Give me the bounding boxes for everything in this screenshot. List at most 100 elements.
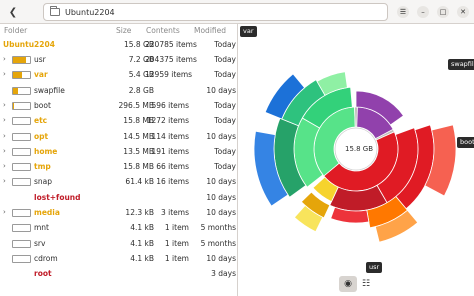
list-row-snap[interactable]: › snap 61.4 kB 16 items 10 days <box>0 174 237 189</box>
tooltip-boot: boot <box>457 137 474 148</box>
row-contents: 114 items <box>151 131 189 141</box>
row-name: swapfile <box>34 85 65 95</box>
row-name: opt <box>34 131 49 141</box>
usage-bar <box>12 132 31 141</box>
row-modified: Today <box>214 55 236 64</box>
go-back-icon[interactable]: ❮ <box>6 3 20 21</box>
row-name: media <box>34 208 60 217</box>
tooltip-swapfile: swapfile <box>448 59 474 70</box>
file-list: Folder Size Contents Modified Ubuntu2204… <box>0 24 238 296</box>
expander-icon[interactable]: › <box>3 205 9 220</box>
expander-icon <box>3 220 9 235</box>
list-row-root[interactable]: root 3 days <box>0 266 237 281</box>
row-modified: 10 days <box>206 85 236 95</box>
row-contents: 1 item <box>164 223 189 233</box>
row-name: root <box>34 269 52 279</box>
ring-segment-other[interactable] <box>354 106 358 128</box>
usage-bar <box>12 147 31 156</box>
folder-icon <box>50 6 60 16</box>
expander-icon[interactable]: › <box>3 129 9 144</box>
tooltip-usr: usr <box>366 262 383 273</box>
expander-icon[interactable]: › <box>3 144 9 159</box>
row-modified: Today <box>214 100 236 110</box>
chart-view-icon[interactable]: ◉ <box>339 276 357 292</box>
row-contents <box>145 83 189 98</box>
usage-bar <box>12 163 31 172</box>
expander-icon <box>3 266 9 281</box>
row-contents: 1 item <box>164 238 189 248</box>
row-modified: Today <box>214 162 236 172</box>
usage-bar <box>12 101 31 110</box>
go-forward-icon[interactable] <box>22 3 36 21</box>
list-row-swapfile[interactable]: swapfile 2.8 GB 10 days <box>0 83 237 98</box>
row-name: home <box>34 146 58 156</box>
center-size-label: 15.8 GB <box>345 145 374 153</box>
close-icon[interactable]: ✕ <box>457 6 469 18</box>
list-row-srv[interactable]: srv 4.1 kB 1 item 5 months <box>0 236 237 251</box>
usage-bar-fill <box>13 72 23 79</box>
usage-bar <box>12 239 31 248</box>
list-row-home[interactable]: › home 13.5 MB 191 items Today <box>0 144 237 159</box>
list-row-etc[interactable]: › etc 15.8 MB 1272 items Today <box>0 113 237 128</box>
root-row[interactable]: Ubuntu2204 15.8 GB 220785 items Today <box>0 37 237 52</box>
expander-icon[interactable]: › <box>3 113 9 128</box>
usage-bar <box>12 117 31 126</box>
usage-bar <box>12 71 31 80</box>
column-header-contents[interactable]: Contents <box>146 24 180 37</box>
row-contents: 66 items <box>156 162 189 172</box>
usage-bar <box>12 56 31 64</box>
row-modified: 10 days <box>206 192 236 202</box>
row-name: tmp <box>34 162 51 172</box>
expander-icon <box>3 251 9 266</box>
list-view-icon[interactable]: ☷ <box>357 276 375 292</box>
row-name: var <box>34 70 48 80</box>
row-modified: 3 days <box>211 269 236 279</box>
minimize-icon[interactable]: – <box>417 6 429 18</box>
column-header-size[interactable]: Size <box>116 24 131 37</box>
expander-icon[interactable]: › <box>3 174 9 189</box>
row-contents <box>145 190 189 205</box>
row-contents: 12959 items <box>145 70 193 80</box>
list-row-boot[interactable]: › boot 296.5 MB 596 items Today <box>0 98 237 113</box>
expander-icon[interactable]: › <box>3 159 9 174</box>
maximize-icon[interactable]: □ <box>437 6 449 18</box>
expander-icon[interactable]: › <box>3 98 9 113</box>
list-row-usr[interactable]: › usr 7.2 GB 204375 items Today <box>0 52 237 67</box>
usage-bar <box>12 178 31 187</box>
root-modified: Today <box>214 40 236 49</box>
row-name: lost+found <box>34 192 81 202</box>
view-switcher: ◉ ☷ <box>339 276 375 292</box>
row-modified: 10 days <box>206 177 236 187</box>
row-contents: 1272 items <box>146 116 189 126</box>
list-row-mnt[interactable]: mnt 4.1 kB 1 item 5 months <box>0 220 237 235</box>
row-modified: Today <box>214 146 236 156</box>
row-modified: 10 days <box>206 208 236 217</box>
row-modified: Today <box>214 70 236 80</box>
root-name: Ubuntu2204 <box>3 40 55 49</box>
row-contents: 191 items <box>151 146 189 156</box>
row-modified: 5 months <box>200 223 236 233</box>
expander-icon[interactable]: › <box>3 52 9 67</box>
list-row-media[interactable]: › media 12.3 kB 3 items 10 days <box>0 205 237 220</box>
row-name: mnt <box>34 223 49 233</box>
row-name: etc <box>34 116 48 126</box>
menu-icon[interactable]: ☰ <box>397 6 409 18</box>
path-text: Ubuntu2204 <box>65 7 115 17</box>
list-row-cdrom[interactable]: cdrom 4.1 kB 1 item 10 days <box>0 251 237 266</box>
row-modified: 10 days <box>206 131 236 141</box>
usage-bar <box>12 254 31 263</box>
path-bar[interactable]: Ubuntu2204 <box>43 3 388 21</box>
list-row-opt[interactable]: › opt 14.5 MB 114 items 10 days <box>0 129 237 144</box>
row-name: cdrom <box>34 253 58 263</box>
column-header-modified[interactable]: Modified <box>194 24 226 37</box>
expander-icon[interactable]: › <box>3 67 9 82</box>
row-contents: 204375 items <box>145 55 197 64</box>
root-contents: 220785 items <box>145 40 197 49</box>
column-header-folder[interactable]: Folder <box>4 24 27 37</box>
row-contents: 1 item <box>164 253 189 263</box>
list-row-tmp[interactable]: › tmp 15.8 MB 66 items Today <box>0 159 237 174</box>
row-contents: 16 items <box>156 177 189 187</box>
header-bar: ❮ Ubuntu2204 ☰ – □ ✕ <box>0 0 474 24</box>
list-row-lost-found[interactable]: lost+found 10 days <box>0 190 237 205</box>
list-row-var[interactable]: › var 5.4 GB 12959 items Today <box>0 67 237 82</box>
